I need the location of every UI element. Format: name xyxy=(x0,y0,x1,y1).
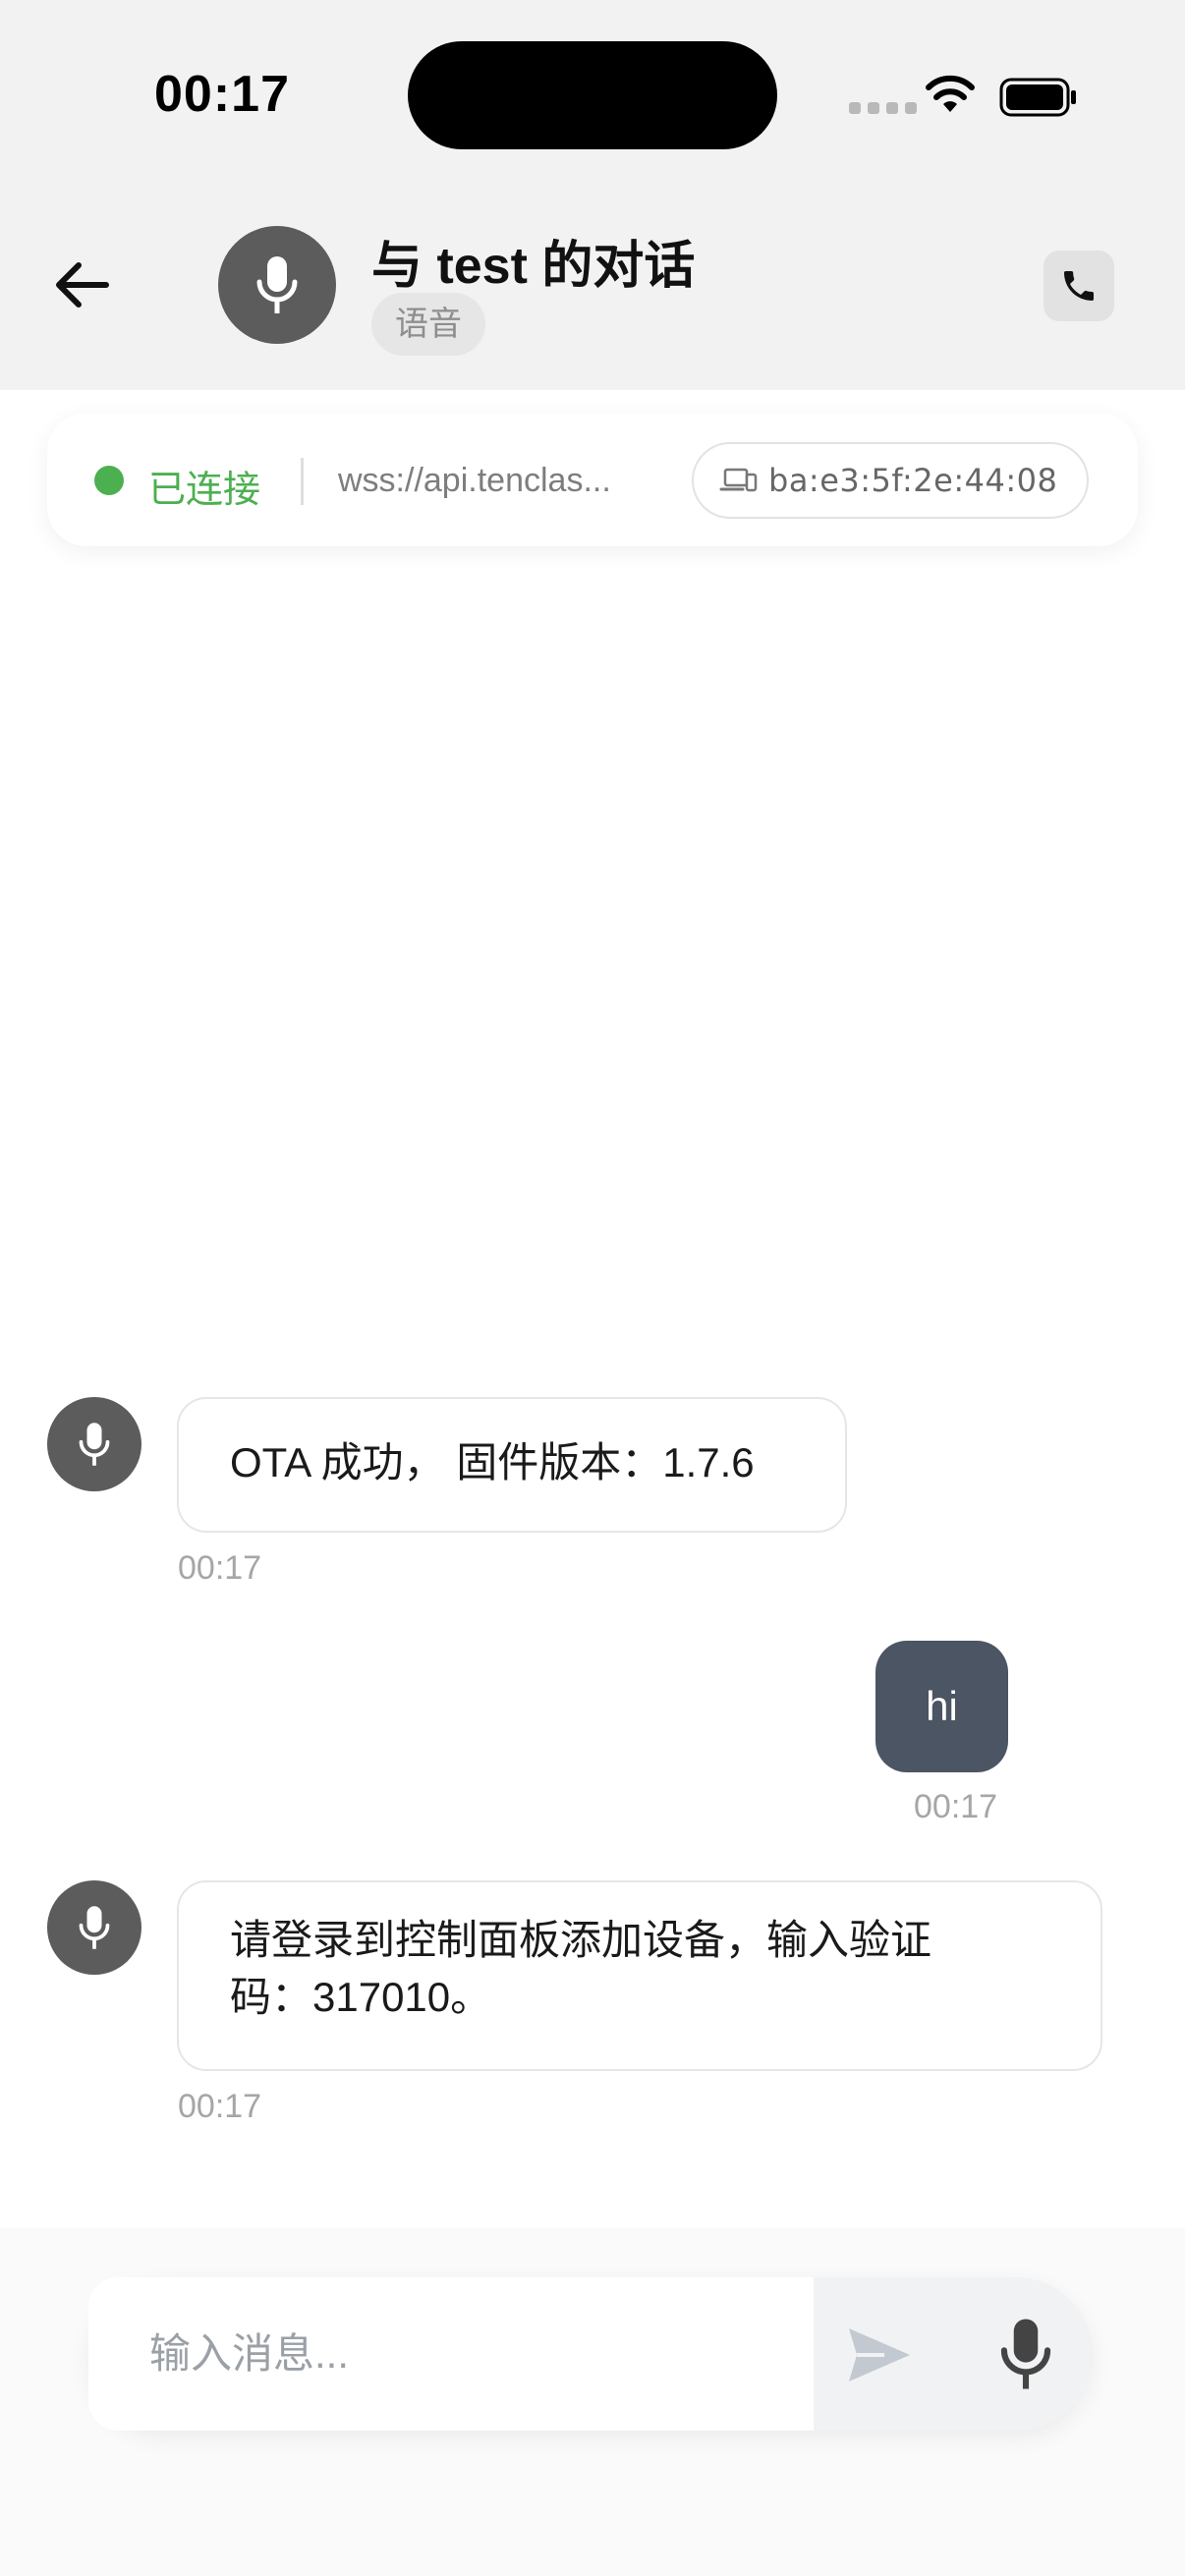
connection-status: 已连接 xyxy=(148,470,261,511)
device-mac-pill[interactable]: ba:e3:5f:2e:44:08 xyxy=(692,442,1089,519)
device-mac: ba:e3:5f:2e:44:08 xyxy=(768,462,1058,499)
devices-icon xyxy=(719,468,758,492)
message-bubble-user: hi xyxy=(875,1641,1008,1772)
message-input[interactable]: 输入消息... xyxy=(88,2277,814,2431)
wifi-icon xyxy=(926,75,975,112)
message-text: hi xyxy=(926,1683,958,1729)
dynamic-island xyxy=(408,41,777,149)
microphone-icon xyxy=(256,256,298,313)
send-icon[interactable] xyxy=(845,2321,914,2389)
server-url: wss://api.tenclas... xyxy=(338,462,611,499)
message-bubble-bot: OTA 成功， 固件版本：1.7.6 xyxy=(177,1397,847,1533)
message-text-line: 码：317010。 xyxy=(230,1974,492,2020)
back-arrow-icon[interactable] xyxy=(51,253,114,316)
message-text: OTA 成功， 固件版本：1.7.6 xyxy=(230,1439,755,1485)
connection-status-dot xyxy=(94,466,124,495)
battery-icon xyxy=(999,78,1076,117)
message-time: 00:17 xyxy=(178,1549,262,1587)
call-button[interactable] xyxy=(1044,251,1114,321)
conversation-type-tag: 语音 xyxy=(371,293,485,356)
message-text-line: 请登录到控制面板添加设备，输入验证 xyxy=(230,1917,932,1963)
bot-avatar xyxy=(47,1880,141,1975)
phone-icon xyxy=(1064,271,1094,301)
conversation-title: 与 test 的对话 xyxy=(371,238,696,295)
microphone-icon[interactable] xyxy=(996,2317,1055,2391)
contact-avatar xyxy=(218,226,336,344)
divider xyxy=(301,458,304,505)
message-time: 00:17 xyxy=(914,1788,998,1825)
microphone-icon xyxy=(79,1906,110,1949)
status-time: 00:17 xyxy=(154,66,290,123)
message-bubble-bot: 请登录到控制面板添加设备，输入验证 码：317010。 xyxy=(177,1880,1102,2071)
bot-avatar xyxy=(47,1397,141,1491)
microphone-icon xyxy=(79,1423,110,1466)
cellular-signal-icon xyxy=(849,102,917,114)
message-time: 00:17 xyxy=(178,2088,262,2125)
